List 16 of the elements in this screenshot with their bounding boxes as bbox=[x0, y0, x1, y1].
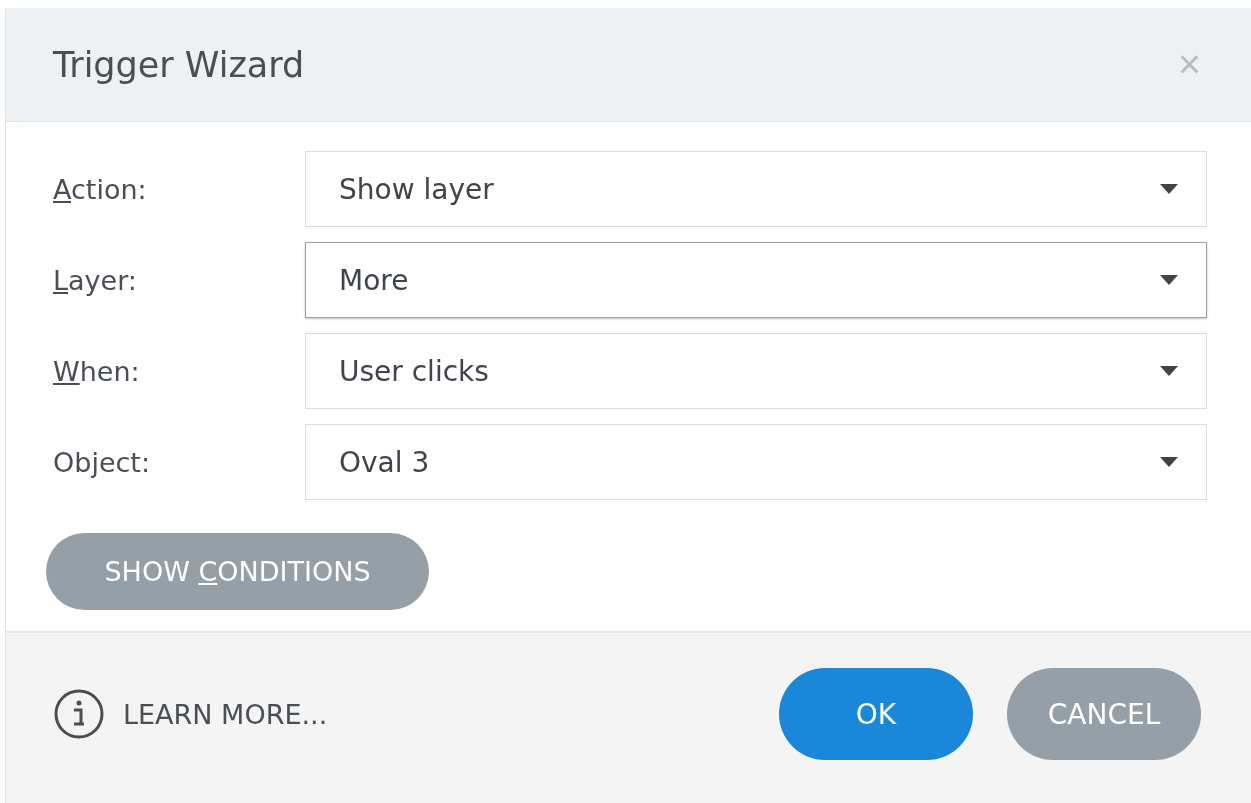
dropdown[interactable]: More bbox=[305, 242, 1207, 318]
ok-button[interactable]: OK bbox=[779, 668, 973, 760]
field-label: When: bbox=[53, 355, 141, 387]
caret-icon bbox=[1160, 366, 1178, 376]
field-label: Layer: bbox=[53, 264, 138, 296]
field-label: Action: bbox=[53, 173, 148, 205]
caret-icon bbox=[1160, 275, 1178, 285]
dropdown[interactable]: Show layer bbox=[305, 151, 1207, 227]
info-icon bbox=[53, 688, 105, 740]
window-title: Trigger Wizard bbox=[53, 44, 305, 85]
dropdown[interactable]: Oval 3 bbox=[305, 424, 1207, 500]
field-label: Object: bbox=[53, 446, 152, 478]
learn-more-link[interactable]: LEARN MORE... bbox=[53, 688, 328, 740]
caret-icon bbox=[1160, 457, 1178, 467]
dropdown[interactable]: User clicks bbox=[305, 333, 1207, 409]
caret-icon bbox=[1160, 184, 1178, 194]
